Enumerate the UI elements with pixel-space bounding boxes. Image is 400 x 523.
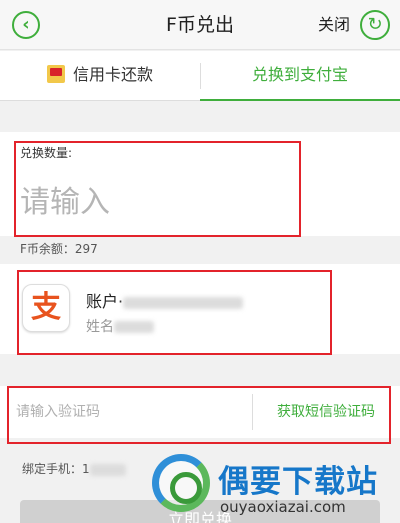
- tab-bar: 信用卡还款 兑换到支付宝: [0, 51, 400, 101]
- credit-card-icon: [46, 65, 65, 83]
- refresh-icon[interactable]: ↻: [360, 10, 390, 40]
- watermark-text: 偶要下载站: [218, 464, 378, 500]
- tab-exchange-to-alipay[interactable]: 兑换到支付宝: [200, 51, 400, 101]
- phone-prefix: 绑定手机：1: [22, 462, 90, 476]
- tab-label: 信用卡还款: [72, 65, 153, 84]
- highlight-box-quantity: [14, 141, 301, 237]
- phone-masked: [89, 463, 126, 476]
- watermark-url: ouyaoxiazai.com: [220, 498, 346, 516]
- watermark: 偶要下载站 ouyaoxiazai.com: [152, 452, 398, 523]
- close-button[interactable]: 关闭: [318, 0, 350, 50]
- tab-label: 兑换到支付宝: [251, 65, 348, 84]
- watermark-logo-icon: [152, 454, 210, 512]
- bound-phone-text: 绑定手机：1: [22, 460, 126, 477]
- header-bar: ‹ F币兑出 关闭 ↻: [0, 0, 400, 50]
- highlight-box-verify: [7, 386, 391, 444]
- balance-text: F币余额：297: [20, 242, 98, 256]
- tab-credit-card-repayment[interactable]: 信用卡还款: [0, 51, 200, 101]
- highlight-box-account: [17, 270, 332, 355]
